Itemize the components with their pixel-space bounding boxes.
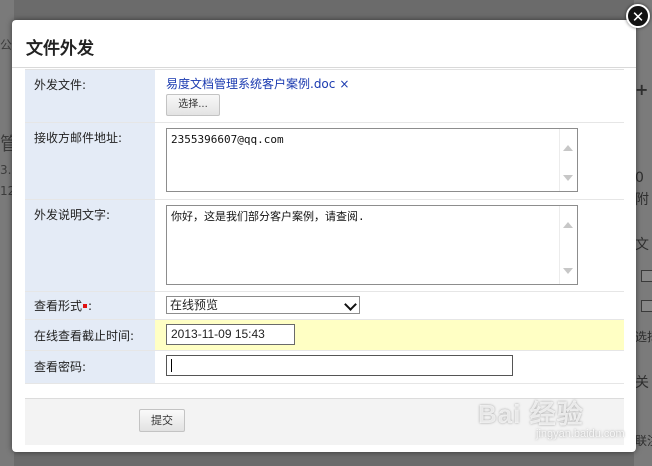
choose-file-button[interactable]: 选择... bbox=[166, 94, 220, 116]
description-field: 你好，这是我们部分客户案例，请查阅. bbox=[155, 200, 624, 291]
bg-fragment: 文 bbox=[635, 237, 649, 253]
recipient-email-label: 接收方邮件地址: bbox=[25, 123, 155, 199]
close-icon[interactable]: ✕ bbox=[626, 4, 650, 28]
recipient-email-value: 2355396607@qq.com bbox=[171, 133, 284, 146]
bg-fragment: 联注 bbox=[635, 434, 652, 448]
bg-fragment: 关 bbox=[635, 375, 649, 391]
description-textarea[interactable]: 你好，这是我们部分客户案例，请查阅. bbox=[166, 205, 578, 285]
remove-file-icon[interactable]: × bbox=[339, 77, 349, 91]
scroll-up-icon[interactable] bbox=[563, 145, 573, 151]
recipient-email-textarea[interactable]: 2355396607@qq.com bbox=[166, 128, 578, 192]
attached-file-name[interactable]: 易度文档管理系统客户案例.doc bbox=[166, 77, 335, 91]
attachment-row: 外发文件: 易度文档管理系统客户案例.doc × 选择... bbox=[25, 70, 624, 123]
view-mode-field: 在线预览 bbox=[155, 292, 624, 319]
scroll-down-icon[interactable] bbox=[563, 268, 573, 274]
scroll-up-icon[interactable] bbox=[563, 222, 573, 228]
deadline-row: 在线查看截止时间: 2013-11-09 15:43 bbox=[25, 320, 624, 351]
description-value: 你好，这是我们部分客户案例，请查阅. bbox=[171, 210, 365, 223]
recipient-email-row: 接收方邮件地址: 2355396607@qq.com bbox=[25, 123, 624, 200]
password-field bbox=[155, 351, 624, 383]
attached-file[interactable]: 易度文档管理系统客户案例.doc × bbox=[166, 75, 349, 92]
bg-fragment: + bbox=[635, 80, 649, 99]
required-marker bbox=[83, 304, 88, 308]
chevron-down-icon bbox=[344, 298, 357, 311]
textarea-scrollbar[interactable] bbox=[559, 206, 577, 284]
text-caret bbox=[171, 359, 172, 372]
password-input[interactable] bbox=[166, 355, 513, 376]
background-page-right: + 0 附 文 选择 关 联注 bbox=[634, 0, 652, 466]
scroll-down-icon[interactable] bbox=[563, 175, 573, 181]
deadline-input[interactable]: 2013-11-09 15:43 bbox=[166, 324, 295, 345]
deadline-label: 在线查看截止时间: bbox=[25, 320, 155, 350]
view-mode-selected: 在线预览 bbox=[170, 298, 219, 312]
view-mode-row: 查看形式: 在线预览 bbox=[25, 292, 624, 320]
deadline-field: 2013-11-09 15:43 bbox=[155, 320, 624, 350]
attachment-label: 外发文件: bbox=[25, 70, 155, 122]
watermark-url: jingyan.baidu.com bbox=[536, 428, 625, 440]
password-label: 查看密码: bbox=[25, 351, 155, 383]
title-divider bbox=[12, 67, 636, 68]
bg-fragment: 3. bbox=[0, 163, 12, 177]
send-form: 外发文件: 易度文档管理系统客户案例.doc × 选择... 接收方邮件地址: 2… bbox=[25, 69, 624, 384]
recipient-email-field: 2355396607@qq.com bbox=[155, 123, 624, 199]
bg-fragment: 0 bbox=[635, 170, 644, 186]
textarea-scrollbar[interactable] bbox=[559, 129, 577, 191]
bg-fragment: 附 bbox=[635, 192, 649, 208]
description-row: 外发说明文字: 你好，这是我们部分客户案例，请查阅. bbox=[25, 200, 624, 292]
bg-checkbox bbox=[641, 270, 652, 282]
bg-fragment: 选择 bbox=[635, 330, 652, 344]
view-mode-label-text: 查看形式 bbox=[34, 299, 83, 313]
view-mode-label: 查看形式: bbox=[25, 292, 155, 319]
bg-checkbox bbox=[641, 300, 652, 312]
file-send-dialog: 文件外发 外发文件: 易度文档管理系统客户案例.doc × 选择... 接收方邮件… bbox=[12, 20, 636, 452]
submit-button[interactable]: 提交 bbox=[139, 409, 185, 432]
view-mode-label-suffix: : bbox=[88, 299, 93, 313]
password-row: 查看密码: bbox=[25, 351, 624, 384]
dialog-title: 文件外发 bbox=[26, 39, 94, 59]
watermark-logo: Bai 经验 bbox=[478, 399, 584, 429]
description-label: 外发说明文字: bbox=[25, 200, 155, 291]
view-mode-select[interactable]: 在线预览 bbox=[166, 296, 360, 314]
attachment-field: 易度文档管理系统客户案例.doc × 选择... bbox=[155, 70, 624, 122]
